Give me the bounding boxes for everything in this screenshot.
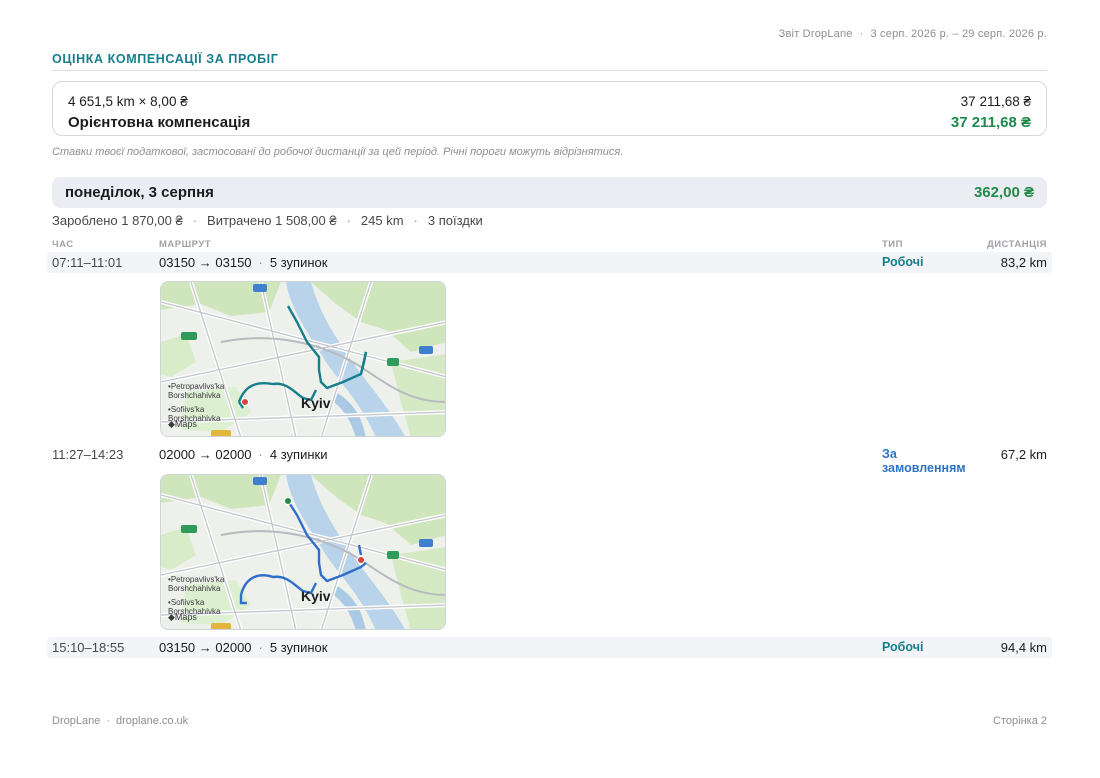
day-summary: Зароблено 1 870,00 ₴ · Витрачено 1 508,00 … (52, 213, 483, 228)
map-label-city: Kyiv (301, 588, 331, 604)
trip-route-map: •Petropavlivs'ka Borshchahivka •Sofiivs'… (160, 281, 446, 437)
trip-route-map: •Petropavlivs'ka Borshchahivka •Sofiivs'… (160, 474, 446, 630)
trip-time: 15:10–18:55 (52, 640, 125, 655)
day-spent: Витрачено 1 508,00 ₴ (207, 213, 337, 228)
trip-route: 03150 → 02000 · 5 зупинок (159, 640, 327, 655)
column-header-route: МАРШРУТ (159, 239, 212, 250)
trip-time: 07:11–11:01 (52, 255, 123, 270)
report-header: Звіт DropLane · 3 серп. 2026 р. – 29 серп.… (779, 28, 1047, 40)
separator-dot: · (258, 447, 263, 462)
trip-route: 03150 → 03150 · 5 зупинок (159, 255, 327, 270)
separator-dot: · (106, 715, 110, 727)
compensation-total: 37 211,68 ₴ (950, 114, 1031, 131)
separator-dot: · (258, 255, 263, 270)
trip-distance: 67,2 km (1000, 447, 1047, 462)
footer-brand-name: DropLane (52, 715, 101, 727)
separator-dot: · (413, 213, 418, 228)
column-header-type: ТИП (882, 239, 903, 250)
trip-time: 11:27–14:23 (52, 447, 124, 462)
section-divider (52, 70, 1047, 71)
map-label-petropavlivska: Petropavlivs'ka Borshchahivka (168, 382, 225, 400)
column-header-time: ЧАС (52, 239, 74, 250)
column-header-distance: ДИСТАНЦІЯ (986, 239, 1047, 250)
trip-route-codes: 03150 → 03150 (159, 255, 252, 270)
compensation-label: Орієнтовна компенсація (68, 114, 251, 131)
compensation-formula: 4 651,5 km × 8,00 ₴ (68, 94, 188, 109)
day-total: 362,00 ₴ (973, 184, 1034, 201)
trip-route-codes: 02000 → 02000 (159, 447, 252, 462)
maps-logo: ◆Maps (168, 612, 197, 623)
trip-stops: 5 зупинок (269, 255, 328, 270)
report-period: 3 серп. 2026 р. – 29 серп. 2026 р. (870, 28, 1047, 40)
table-row: 07:11–11:01 03150 → 03150 · 5 зупинок Робо… (47, 252, 1052, 273)
page-number: Сторінка 2 (993, 715, 1047, 727)
trip-stops: 4 зупинки (269, 447, 328, 462)
compensation-formula-result: 37 211,68 ₴ (960, 94, 1031, 109)
compensation-formula-row: 4 651,5 km × 8,00 ₴ 37 211,68 ₴ (68, 94, 1031, 109)
separator-dot: · (859, 28, 864, 40)
trip-distance: 83,2 km (1000, 255, 1047, 270)
footer-brand: DropLane · droplane.co.uk (52, 715, 188, 727)
separator-dot: · (192, 213, 198, 228)
table-row: 11:27–14:23 02000 → 02000 · 4 зупинки За з… (47, 444, 1052, 475)
compensation-total-row: Орієнтовна компенсація 37 211,68 ₴ (68, 114, 1031, 131)
separator-dot: · (258, 640, 263, 655)
day-earned: Зароблено 1 870,00 ₴ (52, 213, 183, 228)
apple-logo-icon: ◆ (168, 419, 175, 429)
rates-note: Ставки твоєї податкової, застосовані до … (52, 146, 624, 158)
trip-type: Робочі (882, 640, 924, 654)
trip-distance: 94,4 km (1000, 640, 1047, 655)
day-title: понеділок, 3 серпня (65, 184, 214, 201)
maps-logo-text: Maps (174, 612, 197, 622)
trip-type: За замовленням (882, 447, 966, 475)
day-distance: 245 km (360, 213, 404, 228)
map-label-area: •Petropavlivs'ka Borshchahivka (168, 382, 224, 400)
separator-dot: · (346, 213, 351, 228)
day-trips-count: 3 поїздки (427, 213, 483, 228)
day-header: понеділок, 3 серпня 362,00 ₴ (52, 177, 1047, 208)
trip-route-codes: 03150 → 02000 (159, 640, 252, 655)
footer-site: droplane.co.uk (116, 715, 189, 727)
map-label-city: Kyiv (301, 395, 331, 411)
trip-stops: 5 зупинок (269, 640, 328, 655)
apple-logo-icon: ◆ (168, 612, 175, 622)
section-title: ОЦІНКА КОМПЕНСАЦІЇ ЗА ПРОБІГ (52, 52, 279, 66)
maps-logo-text: Maps (174, 419, 197, 429)
trip-type: Робочі (882, 255, 924, 269)
map-label-area: •Petropavlivs'ka Borshchahivka (168, 575, 224, 593)
report-title: Звіт DropLane (778, 28, 853, 40)
compensation-summary: 4 651,5 km × 8,00 ₴ 37 211,68 ₴ Орієнтов… (52, 81, 1047, 136)
maps-logo: ◆Maps (168, 419, 197, 430)
map-label-petropavlivska: Petropavlivs'ka Borshchahivka (168, 575, 225, 593)
trip-route: 02000 → 02000 · 4 зупинки (159, 447, 327, 462)
table-row: 15:10–18:55 03150 → 02000 · 5 зупинок Робо… (47, 637, 1052, 658)
